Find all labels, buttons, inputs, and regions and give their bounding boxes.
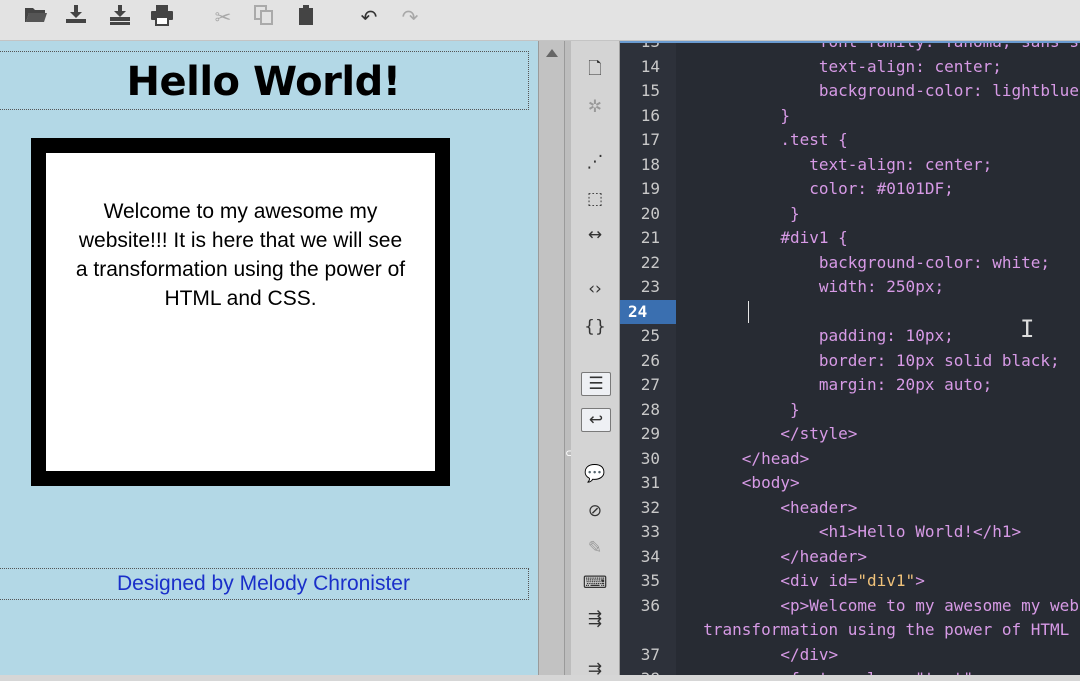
line-number: 29 [640,424,660,443]
balance-braces-icon[interactable]: {} [581,315,609,339]
line-number: 19 [640,179,660,198]
line-number: 15 [640,81,660,100]
code-line: .test { [684,130,848,149]
code-string: "div1" [857,571,916,590]
code-line: </head> [684,448,810,468]
collapse-selection-icon[interactable]: ⬚ [581,187,609,211]
code-line: <body> [684,473,800,492]
preview-footer[interactable]: Designed by Melody Chronister [0,568,529,600]
code-line: #div1 { [684,228,848,247]
code-line: </div> [684,644,839,664]
line-number: 34 [640,546,660,566]
toolbar: ✂ ↶ ↷ [0,0,1080,41]
text-caret [748,301,749,323]
word-wrap-icon[interactable]: ↩ [581,408,611,432]
save-icon[interactable] [62,4,90,30]
line-number: 24 [620,299,676,324]
line-number: 38 [620,667,660,675]
line-number: 26 [640,350,660,370]
line-number: 14 [640,56,660,76]
code-line: } [684,203,800,223]
code-line: <h1>Hello World!</h1> [684,522,1022,541]
preview-footer-text: Designed by Melody Chronister [117,572,410,595]
line-number: 18 [640,154,660,174]
code-line: text-align: center; [684,56,1002,76]
code-line: transformation using the power of HTML a… [703,620,1080,639]
line-number: 27 [640,375,660,394]
preview-paragraph: Welcome to my awesome my website!!! It i… [75,200,406,310]
open-documents-icon[interactable]: 🗋 [581,57,609,81]
indent-code-icon[interactable]: ⇶ [581,607,609,631]
coding-toolbar: 🗋 ✲ ⋰ ⬚ ↔ ‹› {} ☰ ↩ 💬 ⊘ ✎ ⌨ ⇶ ⇉ [571,41,620,679]
line-number: 20 [640,203,660,223]
preview-scrollbar[interactable] [538,41,565,675]
format-source-icon[interactable]: ⇉ [581,657,609,681]
print-icon[interactable] [148,4,176,30]
recent-snippets-icon[interactable]: ⌨ [581,571,609,595]
undo-icon[interactable]: ↶ [355,4,383,30]
code-line: <p>Welcome to my awesome my website!!! I… [780,595,1080,615]
code-line: <div id="div1"> [684,571,925,590]
ibeam-cursor-icon: I [1020,315,1035,343]
line-number: 17 [640,130,660,149]
expand-all-icon[interactable]: ↔ [581,223,609,247]
line-number: 22 [640,252,660,272]
line-number: 13 [640,41,660,51]
code-line: } [684,399,800,419]
debug-icon[interactable]: ✲ [581,95,609,119]
line-numbers-icon[interactable]: ☰ [581,372,611,396]
code-line: border: 10px solid black; [684,350,1060,370]
copy-icon[interactable] [250,4,278,30]
line-number: 30 [640,448,660,468]
code-line: font-family: Tahoma, sans-serif; [818,41,1080,51]
code-line: color: #0101DF; [684,179,954,198]
code-line: } [684,105,790,125]
line-number: 16 [640,105,660,125]
cut-icon[interactable]: ✂ [209,4,237,30]
line-number: 33 [640,522,660,541]
code-line: </header> [684,546,868,566]
line-number: 31 [640,473,660,492]
folder-open-icon[interactable] [22,4,50,30]
line-number: 35 [640,571,660,590]
select-parent-tag-icon[interactable]: ‹› [581,277,609,301]
code-line: <footer class="test"> [684,667,982,675]
line-number: 25 [640,326,660,345]
paste-icon[interactable] [292,4,320,30]
line-number: 36 [640,595,660,615]
line-number: 21 [640,228,660,247]
scroll-up-arrow-icon[interactable] [546,49,558,57]
save-all-icon[interactable] [106,4,134,30]
apply-comment-icon[interactable]: 💬 [581,462,609,486]
preview-div1-box[interactable]: Welcome to my awesome my website!!! It i… [31,138,450,486]
live-preview-pane: Hello World! Welcome to my awesome my we… [0,41,538,675]
code-line: background-color: white; [684,252,1051,272]
code-line: <header> [684,497,858,517]
code-line: </style> [684,424,858,443]
line-number: 23 [640,277,660,296]
redo-icon[interactable]: ↷ [396,4,424,30]
wrap-tag-icon[interactable]: ✎ [581,536,609,560]
line-number: 37 [640,644,660,664]
code-line: text-align: center; [684,154,993,174]
code-line: padding: 10px; [684,326,954,345]
collapse-full-tag-icon[interactable]: ⋰ [581,150,609,174]
preview-header[interactable]: Hello World! [0,51,529,110]
code-line: width: 250px; [684,277,945,296]
code-line: background-color: lightblue; [684,81,1080,100]
line-number: 28 [640,399,660,419]
code-editor[interactable]: 13 font-family: Tahoma, sans-serif; 14 te… [620,41,1080,675]
code-line: margin: 20px auto; [684,375,993,394]
preview-heading: Hello World! [126,59,401,105]
line-number: 32 [640,497,660,517]
remove-comment-icon[interactable]: ⊘ [581,499,609,523]
